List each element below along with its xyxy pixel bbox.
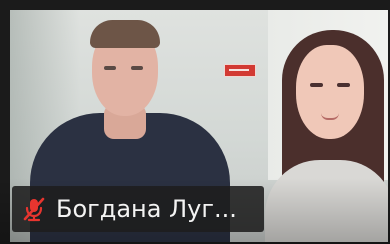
microphone-muted-icon xyxy=(20,195,48,223)
left-person-eye xyxy=(131,66,143,70)
exit-sign xyxy=(224,64,256,77)
video-tile[interactable]: Богдана Луг... xyxy=(0,0,390,244)
right-person-eye xyxy=(337,83,350,87)
right-person-head xyxy=(296,45,364,139)
participant-name: Богдана Луг... xyxy=(56,195,237,223)
left-person-hair xyxy=(90,20,160,48)
participant-name-tag: Богдана Луг... xyxy=(12,186,264,232)
right-person-eye xyxy=(310,83,323,87)
left-person-eye xyxy=(104,66,116,70)
